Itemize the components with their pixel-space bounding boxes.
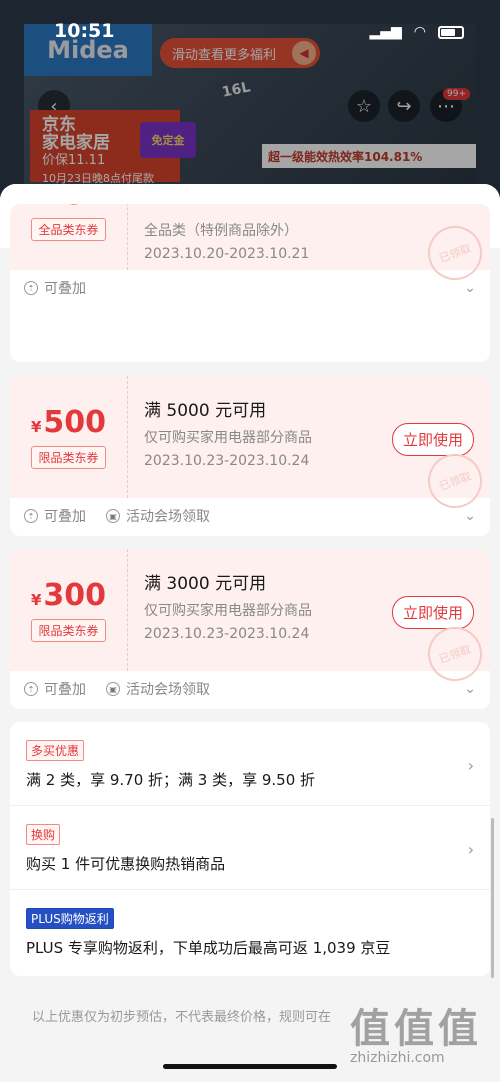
home-indicator[interactable] (163, 1064, 337, 1069)
signal-icon: ▂▄▆ (369, 24, 402, 40)
plus-tag: PLUS购物返利 (26, 908, 114, 929)
venue-claim-text: 活动会场领取 (126, 682, 210, 698)
stackable-label: ⇡ 可叠加 (24, 679, 86, 699)
coupon-card[interactable]: ¥ 5 全品类东券 全品类（特例商品除外） 2023.10.20-2023.10… (10, 204, 490, 362)
status-icons: ▂▄▆ ◠ (369, 24, 464, 40)
coupon-footer[interactable]: ⇡ 可叠加 ▣ 活动会场领取 ⌄ (10, 498, 490, 534)
currency-symbol: ¥ (30, 591, 42, 609)
coupon-body: ¥ 5 全品类东券 全品类（特例商品除外） 2023.10.20-2023.10… (10, 204, 490, 288)
stackable-text: 可叠加 (44, 682, 86, 698)
venue-claim-label: ▣ 活动会场领取 (106, 679, 210, 699)
stack-icon: ⇡ (24, 281, 38, 295)
promo-text: 满 2 类，享 9.70 折；满 3 类，享 9.50 折 (26, 771, 316, 789)
coupon-body: ¥ 500 限品类东券 满 5000 元可用 仅可购买家用电器部分商品 2023… (10, 376, 490, 516)
coupon-footer[interactable]: ⇡ 可叠加 ⌄ (10, 270, 490, 306)
venue-icon: ▣ (106, 682, 120, 696)
chevron-down-icon[interactable]: ⌄ (464, 280, 476, 296)
promo-row-plus-rebate: PLUS购物返利 PLUS 专享购物返利，下单成功后最高可返 1,039 京豆 (10, 890, 490, 974)
use-now-button[interactable]: 立即使用 (391, 596, 474, 629)
watermark-logo: 值值值 (350, 1006, 482, 1052)
promo-text: PLUS 专享购物返利，下单成功后最高可返 1,039 京豆 (26, 939, 391, 957)
chevron-right-icon: › (467, 756, 474, 775)
coupon-value: ¥ 300 限品类东券 (10, 549, 128, 671)
coupon-amount: ¥ 500 (31, 405, 106, 440)
coupon-amount-value: 500 (43, 405, 107, 440)
promo-text: 购买 1 件可优惠换购热销商品 (26, 855, 226, 873)
promo-row-multi-buy[interactable]: 多买优惠 满 2 类，享 9.70 折；满 3 类，享 9.50 折 › (10, 722, 490, 806)
chevron-down-icon[interactable]: ⌄ (464, 681, 476, 697)
chevron-right-icon: › (467, 840, 474, 859)
stackable-text: 可叠加 (44, 509, 86, 525)
coupon-type-tag: 限品类东券 (31, 619, 106, 642)
venue-claim-text: 活动会场领取 (126, 509, 210, 525)
stackable-label: ⇡ 可叠加 (24, 278, 86, 298)
wifi-icon: ◠ (413, 24, 426, 40)
coupon-body: ¥ 300 限品类东券 满 3000 元可用 仅可购买家用电器部分商品 2023… (10, 549, 490, 689)
coupon-amount-value: 300 (43, 578, 107, 613)
currency-symbol: ¥ (30, 418, 42, 436)
chevron-down-icon[interactable]: ⌄ (464, 508, 476, 524)
coupon-value: ¥ 5 全品类东券 (10, 204, 128, 270)
coupon-card[interactable]: ¥ 500 限品类东券 满 5000 元可用 仅可购买家用电器部分商品 2023… (10, 376, 490, 536)
promo-row-exchange[interactable]: 换购 购买 1 件可优惠换购热销商品 › (10, 806, 490, 890)
promo-tag: 换购 (26, 824, 61, 845)
currency-symbol: ¥ (52, 204, 62, 208)
stack-icon: ⇡ (24, 682, 38, 696)
disclaimer-text: 以上优惠仅为初步预估，不代表最终价格，规则可在 (32, 1010, 332, 1025)
venue-claim-label: ▣ 活动会场领取 (106, 506, 210, 526)
coupon-type-tag: 全品类东券 (31, 218, 106, 241)
promotions-card: 多买优惠 满 2 类，享 9.70 折；满 3 类，享 9.50 折 › 换购 … (10, 722, 490, 976)
watermark: 值值值 zhizhizhi.com (350, 996, 490, 1066)
stack-icon: ⇡ (24, 509, 38, 523)
promo-tag: 多买优惠 (26, 740, 85, 761)
venue-icon: ▣ (106, 509, 120, 523)
coupon-amount: ¥ 5 (52, 204, 85, 212)
coupon-threshold: 满 3000 元可用 (144, 574, 267, 594)
coupon-card[interactable]: ¥ 300 限品类东券 满 3000 元可用 仅可购买家用电器部分商品 2023… (10, 549, 490, 709)
battery-icon (438, 25, 464, 39)
stackable-text: 可叠加 (44, 281, 86, 297)
stackable-label: ⇡ 可叠加 (24, 506, 86, 526)
use-now-button[interactable]: 立即使用 (391, 423, 474, 456)
coupon-amount-value: 5 (64, 204, 85, 212)
coupon-threshold: 满 5000 元可用 (144, 401, 267, 421)
coupon-footer[interactable]: ⇡ 可叠加 ▣ 活动会场领取 ⌄ (10, 671, 490, 707)
coupon-type-tag: 限品类东券 (31, 446, 106, 469)
coupon-value: ¥ 500 限品类东券 (10, 376, 128, 498)
coupon-amount: ¥ 300 (31, 578, 106, 613)
discount-sheet: 优惠 × ¥ 5 全品类东券 全品类（特例商品除外） 2023.10.20-20… (0, 184, 500, 1082)
scrollbar[interactable] (491, 818, 494, 978)
status-time: 10:51 (54, 20, 115, 42)
